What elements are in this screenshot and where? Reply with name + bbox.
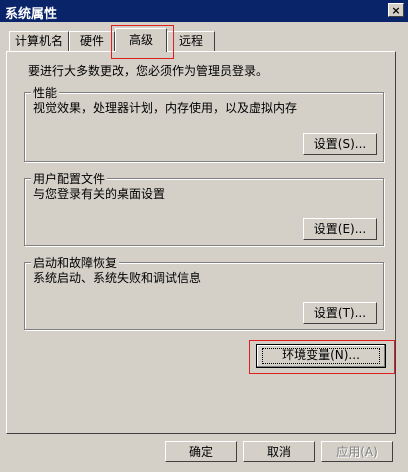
performance-settings-button[interactable]: 设置(S)... — [303, 133, 377, 155]
admin-notice: 要进行大多数更改，您必须作为管理员登录。 — [28, 64, 269, 78]
startup-recovery-group: 启动和故障恢复 系统启动、系统失败和调试信息 设置(T)... — [24, 254, 384, 330]
tab-computer-name[interactable]: 计算机名 — [9, 31, 69, 51]
focus-indicator — [262, 348, 380, 364]
startup-recovery-settings-button[interactable]: 设置(T)... — [303, 302, 377, 324]
close-icon: × — [391, 4, 401, 17]
user-profiles-description: 与您登录有关的桌面设置 — [33, 187, 166, 201]
user-profiles-settings-button[interactable]: 设置(E)... — [303, 218, 377, 240]
apply-button[interactable]: 应用(A) — [321, 441, 393, 462]
environment-variables-button[interactable]: 环境变量(N)... — [256, 344, 386, 368]
cancel-button[interactable]: 取消 — [243, 441, 315, 462]
title-bar: 系统属性 × — [0, 0, 408, 22]
performance-group: 性能 视觉效果，处理器计划，内存使用，以及虚拟内存 设置(S)... — [24, 84, 384, 162]
window-title: 系统属性 — [5, 7, 58, 22]
user-profiles-group: 用户配置文件 与您登录有关的桌面设置 设置(E)... — [24, 170, 384, 246]
tab-hardware[interactable]: 硬件 — [69, 31, 115, 51]
ok-button[interactable]: 确定 — [165, 441, 237, 462]
close-button[interactable]: × — [388, 3, 404, 17]
tab-remote[interactable]: 远程 — [167, 31, 215, 51]
startup-recovery-description: 系统启动、系统失败和调试信息 — [33, 271, 202, 285]
tab-advanced[interactable]: 高级 — [115, 28, 167, 52]
performance-description: 视觉效果，处理器计划，内存使用，以及虚拟内存 — [33, 101, 298, 115]
